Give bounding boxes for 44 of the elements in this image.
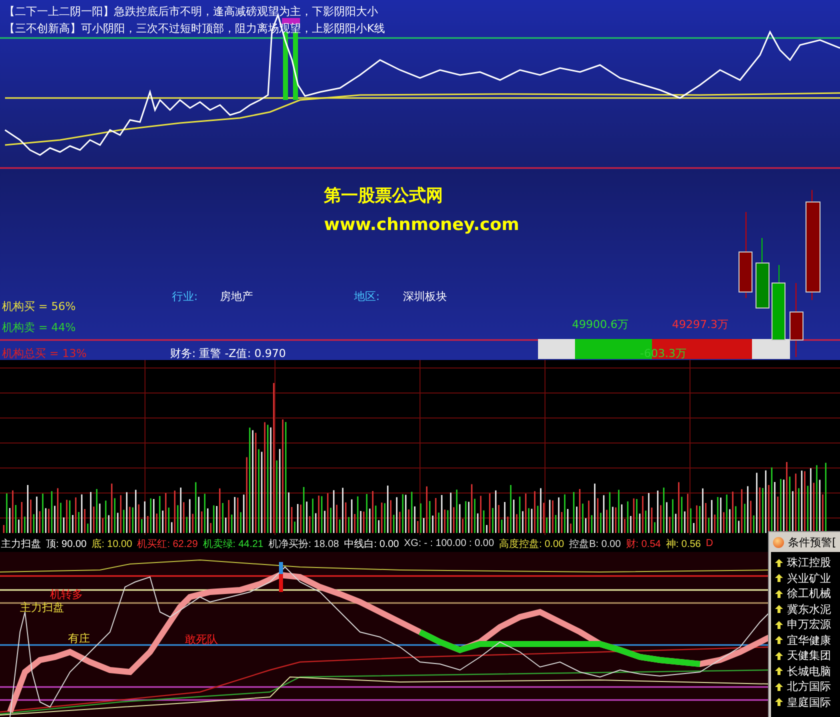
site-name: 第一股票公式网: [324, 185, 443, 207]
signal-label: 主力扫盘: [20, 600, 64, 615]
signal-label: 机转多: [50, 587, 83, 602]
window-title: 条件预警[: [788, 534, 836, 550]
industry-label: 行业:: [172, 289, 198, 304]
sell-amount: 49297.3万: [672, 317, 728, 332]
indicator-value: D: [706, 538, 714, 549]
stock-item[interactable]: 冀东水泥: [771, 602, 840, 617]
region-value: 深圳板块: [403, 289, 447, 304]
indicator-value: 机卖绿: 44.21: [202, 538, 264, 550]
buy-amount: 49900.6万: [572, 317, 628, 332]
indicator-value: 中线白: 0.00: [344, 538, 399, 550]
signal-marker: [279, 562, 283, 592]
stock-item[interactable]: 长城电脑: [771, 664, 840, 679]
signal-label: 敢死队: [185, 632, 218, 647]
indicator-value: 主力扫盘: [1, 538, 41, 550]
stock-item[interactable]: 北方国际: [771, 679, 840, 694]
indicator-value: 机净买扮: 18.08: [268, 538, 339, 550]
stock-item[interactable]: 宜华健康: [771, 632, 840, 648]
indicator-value: 财: 0.54: [626, 538, 661, 550]
stock-item[interactable]: 皇庭国际: [771, 694, 840, 710]
stock-item[interactable]: 申万宏源: [771, 617, 840, 632]
stock-item[interactable]: 兴业矿业: [771, 570, 840, 586]
indicator-value: XG: - : 100.00 : 0.00: [404, 538, 494, 549]
region-label: 地区:: [354, 289, 380, 304]
alert-icon: [773, 536, 784, 548]
signal-label: 有庄: [68, 631, 90, 646]
candlestick: [756, 238, 770, 308]
indicator-value: 底: 10.00: [92, 538, 132, 550]
site-url[interactable]: www.chnmoney.com: [324, 215, 520, 235]
indicator-value: 顶: 90.00: [46, 538, 87, 550]
industry-value: 房地产: [220, 289, 253, 304]
institution-stat: 机构卖 = 44%: [2, 320, 76, 335]
indicator-value: 神: 0.56: [666, 538, 701, 550]
stock-item[interactable]: 徐工机械: [771, 586, 840, 602]
indicator-value: 机买红: 62.29: [137, 538, 198, 550]
stock-item[interactable]: 天健集团: [771, 648, 840, 664]
institution-stat: 机构总买 = 13%: [2, 346, 87, 361]
finance-text: 财务: 重警 -Z值: 0.970: [170, 346, 286, 361]
stock-item[interactable]: 珠江控股: [771, 555, 840, 570]
signal-note: 【二下一上二阴一阳】急跌控底后市不明，逢高减磅观望为主，下影阴阳大小: [4, 5, 379, 19]
institution-stat: 机构买 = 56%: [2, 299, 76, 314]
indicator-value: 高度控盘: 0.00: [499, 538, 564, 550]
indicator-value: 控盘B: 0.00: [569, 538, 621, 550]
